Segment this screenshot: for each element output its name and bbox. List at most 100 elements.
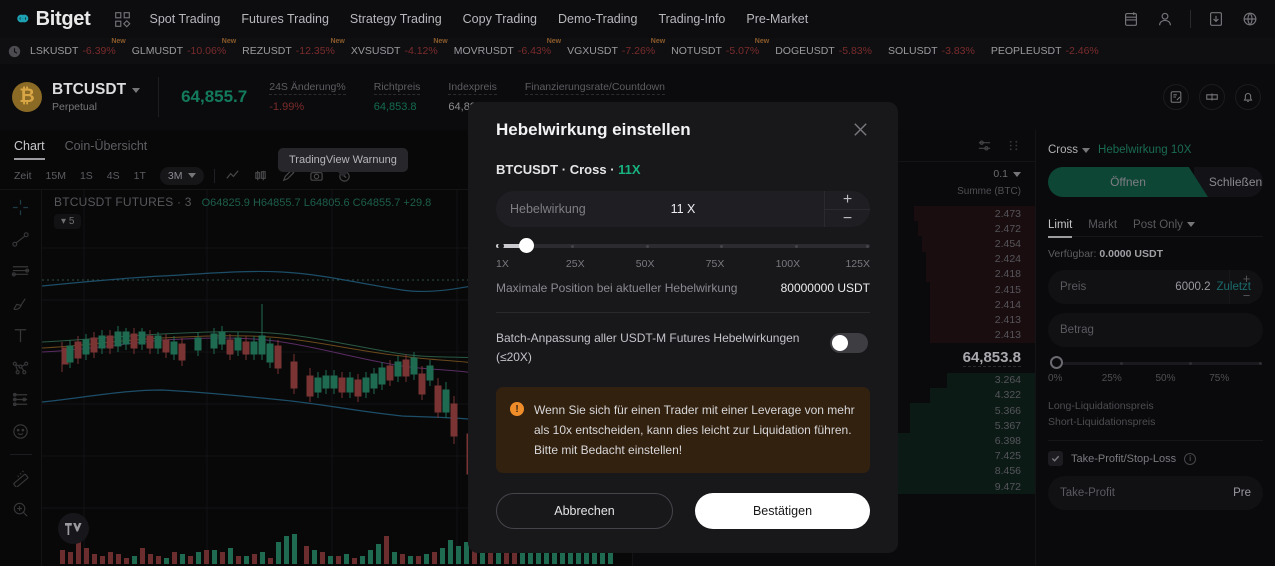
- ticker-change: -3.83%: [941, 45, 975, 57]
- globe-language-icon[interactable]: [1241, 10, 1259, 28]
- slider-handle[interactable]: [1050, 356, 1063, 369]
- zoom-in-icon[interactable]: [11, 500, 30, 519]
- batch-adjust-toggle[interactable]: [830, 333, 868, 353]
- emoji-sticker-icon[interactable]: [11, 422, 30, 441]
- nav-link-pre-market[interactable]: Pre-Market: [746, 12, 808, 26]
- ticker-item[interactable]: MOVRUSDT -6.43% New: [454, 38, 561, 57]
- ask-total: 2.415: [994, 283, 1022, 296]
- cancel-button[interactable]: Abbrechen: [496, 493, 673, 529]
- margin-mode-selector[interactable]: Cross: [1048, 144, 1091, 156]
- symbol-selector[interactable]: BTCUSDT Perpetual: [52, 77, 160, 117]
- ticker-item[interactable]: GLMUSDT -10.06% New: [132, 38, 236, 57]
- nav-link-demo-trading[interactable]: Demo-Trading: [558, 12, 637, 26]
- timeframe-selected-dropdown[interactable]: 3M: [159, 166, 204, 185]
- chevron-down-icon[interactable]: [132, 87, 141, 93]
- price-input-value: 6000.2: [1175, 281, 1211, 293]
- ticker-item[interactable]: DOGEUSDT -5.83%: [775, 45, 872, 57]
- timeframe-4s[interactable]: 4S: [107, 170, 120, 182]
- ticker-item[interactable]: PEOPLEUSDT -2.46%: [991, 45, 1099, 57]
- leverage-input[interactable]: Hebelwirkung 11 X + −: [496, 191, 870, 227]
- order-book-settings-icon[interactable]: [1006, 138, 1021, 153]
- timeframe-1s[interactable]: 1S: [80, 170, 93, 182]
- ticker-symbol: VGXUSDT: [567, 45, 618, 57]
- leverage-increment-button[interactable]: +: [825, 191, 870, 210]
- bitget-logo[interactable]: ⚭ Bitget: [14, 7, 91, 31]
- bitget-logo-mark: ⚭: [14, 7, 32, 31]
- post-only-dropdown[interactable]: Post Only: [1133, 213, 1195, 237]
- take-profit-stop-loss-row[interactable]: Take-Profit/Stop-Loss i: [1048, 451, 1263, 466]
- tab-market-order[interactable]: Markt: [1088, 213, 1117, 237]
- app-grid-icon[interactable]: [114, 11, 131, 28]
- brush-icon[interactable]: [11, 294, 30, 313]
- tpsl-checkbox[interactable]: [1048, 451, 1063, 466]
- nav-link-copy-trading[interactable]: Copy Trading: [463, 12, 537, 26]
- stat-24h-change: 24S Änderung% -1.99%: [269, 81, 346, 113]
- modal-title: Hebelwirkung einstellen: [496, 120, 691, 139]
- slider-handle[interactable]: [518, 238, 534, 253]
- notes-edit-button[interactable]: [1163, 84, 1189, 110]
- confirm-button[interactable]: Bestätigen: [695, 493, 870, 529]
- tab-limit-order[interactable]: Limit: [1048, 213, 1073, 238]
- nav-right-actions: [1122, 10, 1261, 28]
- info-icon[interactable]: i: [1184, 452, 1197, 465]
- toggle-knob: [832, 335, 848, 351]
- nav-link-spot-trading[interactable]: Spot Trading: [149, 12, 220, 26]
- leverage-button[interactable]: Hebelwirkung 10X: [1098, 144, 1191, 156]
- ticker-symbol: REZUSDT: [242, 45, 292, 57]
- max-position-value: 80000000 USDT: [780, 281, 870, 295]
- patterns-icon[interactable]: [11, 358, 30, 377]
- download-icon[interactable]: [1207, 10, 1225, 28]
- stat-label: Indexpreis: [448, 81, 497, 95]
- coupon-button[interactable]: [1199, 84, 1225, 110]
- take-profit-side: Pre: [1233, 487, 1251, 499]
- wallet-icon[interactable]: [1122, 10, 1140, 28]
- chevron-down-icon: [1082, 147, 1091, 153]
- leverage-slider-marks: 1X 25X 50X 75X 100X 125X: [496, 258, 870, 270]
- ticker-item[interactable]: REZUSDT -12.35% New: [242, 38, 345, 57]
- tab-coin-overview[interactable]: Coin-Übersicht: [65, 130, 148, 162]
- price-stepper[interactable]: + −: [1229, 270, 1263, 304]
- close-icon[interactable]: [851, 120, 870, 139]
- price-decrement-button[interactable]: −: [1230, 287, 1263, 304]
- leverage-input-value: 11 X: [670, 202, 696, 216]
- measure-ruler-icon[interactable]: [11, 468, 30, 487]
- symbol-name: BTCUSDT: [52, 81, 127, 98]
- ticker-item[interactable]: LSKUSDT -6.39% New: [30, 38, 126, 57]
- bid-total: 5.367: [994, 419, 1022, 432]
- line-chart-type-icon[interactable]: [225, 168, 240, 183]
- drawing-tools-rail: [0, 190, 42, 566]
- leverage-decrement-button[interactable]: −: [825, 210, 870, 228]
- nav-link-futures-trading[interactable]: Futures Trading: [241, 12, 329, 26]
- ticker-item[interactable]: SOLUSDT -3.83%: [888, 45, 975, 57]
- fibonacci-icon[interactable]: [11, 262, 30, 281]
- amount-input[interactable]: Betrag: [1048, 313, 1263, 347]
- tradingview-warning-tooltip: TradingView Warnung: [278, 148, 408, 177]
- slider-start-dot: [498, 243, 504, 249]
- nav-link-strategy-trading[interactable]: Strategy Trading: [350, 12, 442, 26]
- take-profit-input[interactable]: Take-Profit Pre: [1048, 476, 1263, 510]
- chart-ma-indicator[interactable]: ▾ 5: [54, 214, 82, 229]
- crosshair-icon[interactable]: [11, 198, 30, 217]
- user-account-icon[interactable]: [1156, 10, 1174, 28]
- ticker-symbol: XVSUSDT: [350, 45, 401, 57]
- ticker-item[interactable]: VGXUSDT -7.26% New: [567, 38, 665, 57]
- timeframe-selected-label: 3M: [167, 169, 183, 182]
- tab-chart[interactable]: Chart: [14, 130, 45, 162]
- forecast-icon[interactable]: [11, 390, 30, 409]
- tab-open-position[interactable]: Öffnen: [1048, 167, 1208, 197]
- leverage-slider[interactable]: [496, 238, 870, 253]
- candlestick-type-icon[interactable]: [253, 168, 268, 183]
- nav-link-trading-info[interactable]: Trading-Info: [658, 12, 725, 26]
- trend-line-icon[interactable]: [11, 230, 30, 249]
- alert-bell-button[interactable]: [1235, 84, 1261, 110]
- timeframe-1t[interactable]: 1T: [134, 170, 146, 182]
- order-book-layout-icon[interactable]: [977, 138, 992, 153]
- price-input[interactable]: Preis 6000.2 Zuletzt + −: [1048, 270, 1263, 304]
- ticker-item[interactable]: XVSUSDT -4.12% New: [350, 38, 448, 57]
- leverage-mark-50x: 50X: [635, 258, 655, 270]
- ticker-item[interactable]: NOTUSDT -5.07% New: [671, 38, 769, 57]
- timeframe-15m[interactable]: 15M: [46, 170, 66, 182]
- amount-percent-slider[interactable]: [1050, 356, 1262, 369]
- text-tool-icon[interactable]: [11, 326, 30, 345]
- price-increment-button[interactable]: +: [1230, 270, 1263, 287]
